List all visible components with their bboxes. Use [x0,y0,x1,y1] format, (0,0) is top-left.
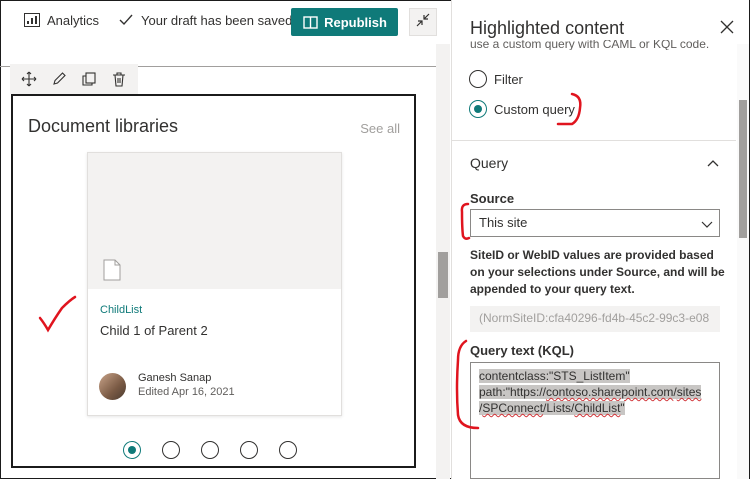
document-card[interactable]: ChildList Child 1 of Parent 2 Ganesh San… [87,152,342,416]
siteid-field: (NormSiteID:cfa40296-fd4b-45c2-99c3-e08 [470,306,720,332]
query-text-input[interactable]: contentclass:"STS_ListItem" path:"https:… [470,362,720,479]
card-edited-date: Edited Apr 16, 2021 [138,386,235,398]
source-dropdown-value: This site [479,215,528,230]
pane-title: Highlighted content [470,18,625,38]
card-title[interactable]: Child 1 of Parent 2 [100,323,208,338]
property-pane: Highlighted content use a custom query w… [451,0,749,479]
page-canvas: Document libraries See all ChildList Chi… [0,44,436,479]
card-category[interactable]: ChildList [100,304,142,316]
trash-icon[interactable] [110,70,128,88]
source-label: Source [470,191,515,206]
query-section-header[interactable]: Query [470,155,508,171]
republish-label: Republish [324,14,387,30]
canvas-scrollbar-thumb[interactable] [438,252,448,298]
chevron-down-icon [701,218,713,230]
pager-dot-2[interactable] [162,441,180,459]
query-line-3: /SPConnect/Lists/ChildList" [479,401,625,415]
query-line-2: path:"https://contoso.sharepoint.com/sit… [479,385,702,399]
truncated-description: use a custom query with CAML or KQL code… [470,40,710,50]
pencil-icon[interactable] [50,70,68,88]
pane-divider [452,140,736,141]
source-help-text: SiteID or WebID values are provided base… [470,248,725,296]
analytics-label: Analytics [47,12,100,28]
card-thumbnail [88,153,341,289]
move-icon[interactable] [20,70,38,88]
query-text-label: Query text (KQL) [470,343,575,358]
custom-query-radio-label: Custom query [494,101,575,117]
webpart-edit-toolbar [10,64,138,94]
republish-button[interactable]: Republish [291,8,398,36]
save-status: Your draft has been saved [118,12,292,28]
radio-circle [469,70,487,88]
pager-dot-3[interactable] [201,441,219,459]
carousel-pager [123,441,297,459]
analytics-icon [24,12,40,28]
filter-radio[interactable]: Filter [469,70,523,88]
analytics-button[interactable]: Analytics [24,12,99,28]
filter-radio-label: Filter [494,71,523,87]
pager-dot-4[interactable] [240,441,258,459]
webpart-title: Document libraries [28,116,179,136]
collapse-button[interactable] [409,8,437,36]
see-all-link[interactable]: See all [360,121,400,136]
source-dropdown[interactable]: This site [470,209,720,237]
save-status-label: Your draft has been saved [141,12,293,28]
chevron-up-icon[interactable] [706,156,720,170]
checkmark-icon [118,12,134,28]
pager-dot-5[interactable] [279,441,297,459]
query-line-1: contentclass:"STS_ListItem" [479,369,630,383]
document-libraries-webpart[interactable]: Document libraries See all ChildList Chi… [11,94,416,468]
document-icon [103,259,121,286]
pane-scrollbar-thumb[interactable] [739,100,747,238]
close-icon[interactable] [720,20,736,36]
page-toolbar: Analytics Your draft has been saved Repu… [0,0,440,44]
radio-circle-checked [469,100,487,118]
duplicate-icon[interactable] [80,70,98,88]
pager-dot-1[interactable] [123,441,141,459]
card-author: Ganesh Sanap [138,372,212,384]
collapse-arrows-icon [416,13,430,32]
avatar [99,373,126,400]
custom-query-radio[interactable]: Custom query [469,100,575,118]
book-icon [302,14,318,30]
